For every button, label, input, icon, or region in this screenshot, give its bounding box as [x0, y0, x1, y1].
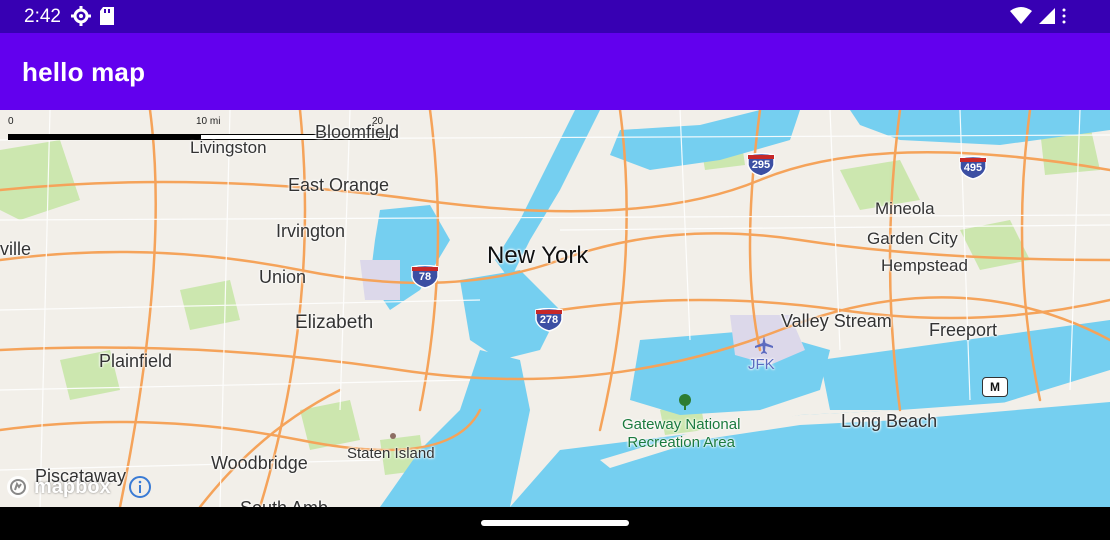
label-ville: ville	[0, 239, 32, 259]
status-time: 2:42	[24, 6, 61, 27]
cellular-signal-icon	[1039, 8, 1055, 24]
shield-i78-text: 78	[418, 271, 432, 283]
wifi-icon	[1010, 7, 1032, 24]
label-staten-island: Staten Island	[347, 445, 435, 462]
label-plainfield: Plainfield	[99, 351, 173, 371]
scale-label-mid: 10 mi	[196, 116, 221, 127]
shield-i495: 495	[958, 155, 988, 180]
label-irvington: Irvington	[276, 221, 346, 241]
shield-i78: 78	[410, 264, 440, 289]
app-bar: hello map	[0, 33, 1110, 110]
label-gateway-line2: Recreation Area	[627, 434, 735, 451]
navigation-bar	[0, 507, 1110, 540]
status-bar: 2:42	[0, 0, 1110, 33]
mapbox-logo-icon	[7, 476, 29, 498]
shield-i278: 278	[534, 307, 564, 332]
label-elizabeth: Elizabeth	[295, 312, 374, 333]
sd-card-icon	[100, 7, 114, 25]
shield-m: M	[982, 377, 1008, 397]
label-garden-city: Garden City	[867, 229, 958, 248]
app-title: hello map	[22, 57, 146, 87]
airplane-icon	[755, 336, 773, 354]
shield-i295-text: 295	[751, 159, 771, 171]
settings-gear-icon	[71, 6, 91, 26]
label-union: Union	[259, 267, 307, 287]
label-gateway: Gateway National Recreation Area	[622, 416, 740, 452]
label-south-amboy: South Amb	[240, 498, 328, 507]
label-mineola: Mineola	[875, 199, 935, 218]
label-freeport: Freeport	[929, 320, 998, 340]
scale-segment-1	[8, 134, 200, 140]
label-east-orange: East Orange	[288, 175, 390, 195]
label-new-york: New York	[487, 242, 589, 269]
map-view[interactable]: 0 10 mi 20 mi Bloomfield Livingston East…	[0, 110, 1110, 507]
home-gesture-handle[interactable]	[481, 520, 629, 526]
status-icons-right	[1010, 7, 1066, 25]
info-icon[interactable]	[128, 475, 152, 499]
label-jfk: JFK	[748, 356, 775, 373]
label-livingston: Livingston	[190, 138, 267, 157]
label-bloomfield: Bloomfield	[315, 122, 400, 142]
overflow-dots-icon	[1062, 8, 1066, 24]
shield-i295: 295	[746, 152, 776, 177]
status-icons-left	[71, 6, 115, 26]
scale-label-zero: 0	[8, 116, 14, 127]
label-long-beach: Long Beach	[841, 411, 938, 431]
label-valley-stream: Valley Stream	[781, 311, 892, 331]
label-hempstead: Hempstead	[881, 256, 968, 275]
mapbox-logo[interactable]: mapbox	[6, 473, 111, 501]
label-gateway-line1: Gateway National	[622, 416, 741, 433]
shield-i278-text: 278	[539, 314, 559, 326]
park-tree-icon	[679, 394, 691, 410]
shield-i495-text: 495	[963, 162, 983, 174]
mapbox-logo-text: mapbox	[34, 475, 111, 498]
label-woodbridge: Woodbridge	[211, 453, 308, 473]
